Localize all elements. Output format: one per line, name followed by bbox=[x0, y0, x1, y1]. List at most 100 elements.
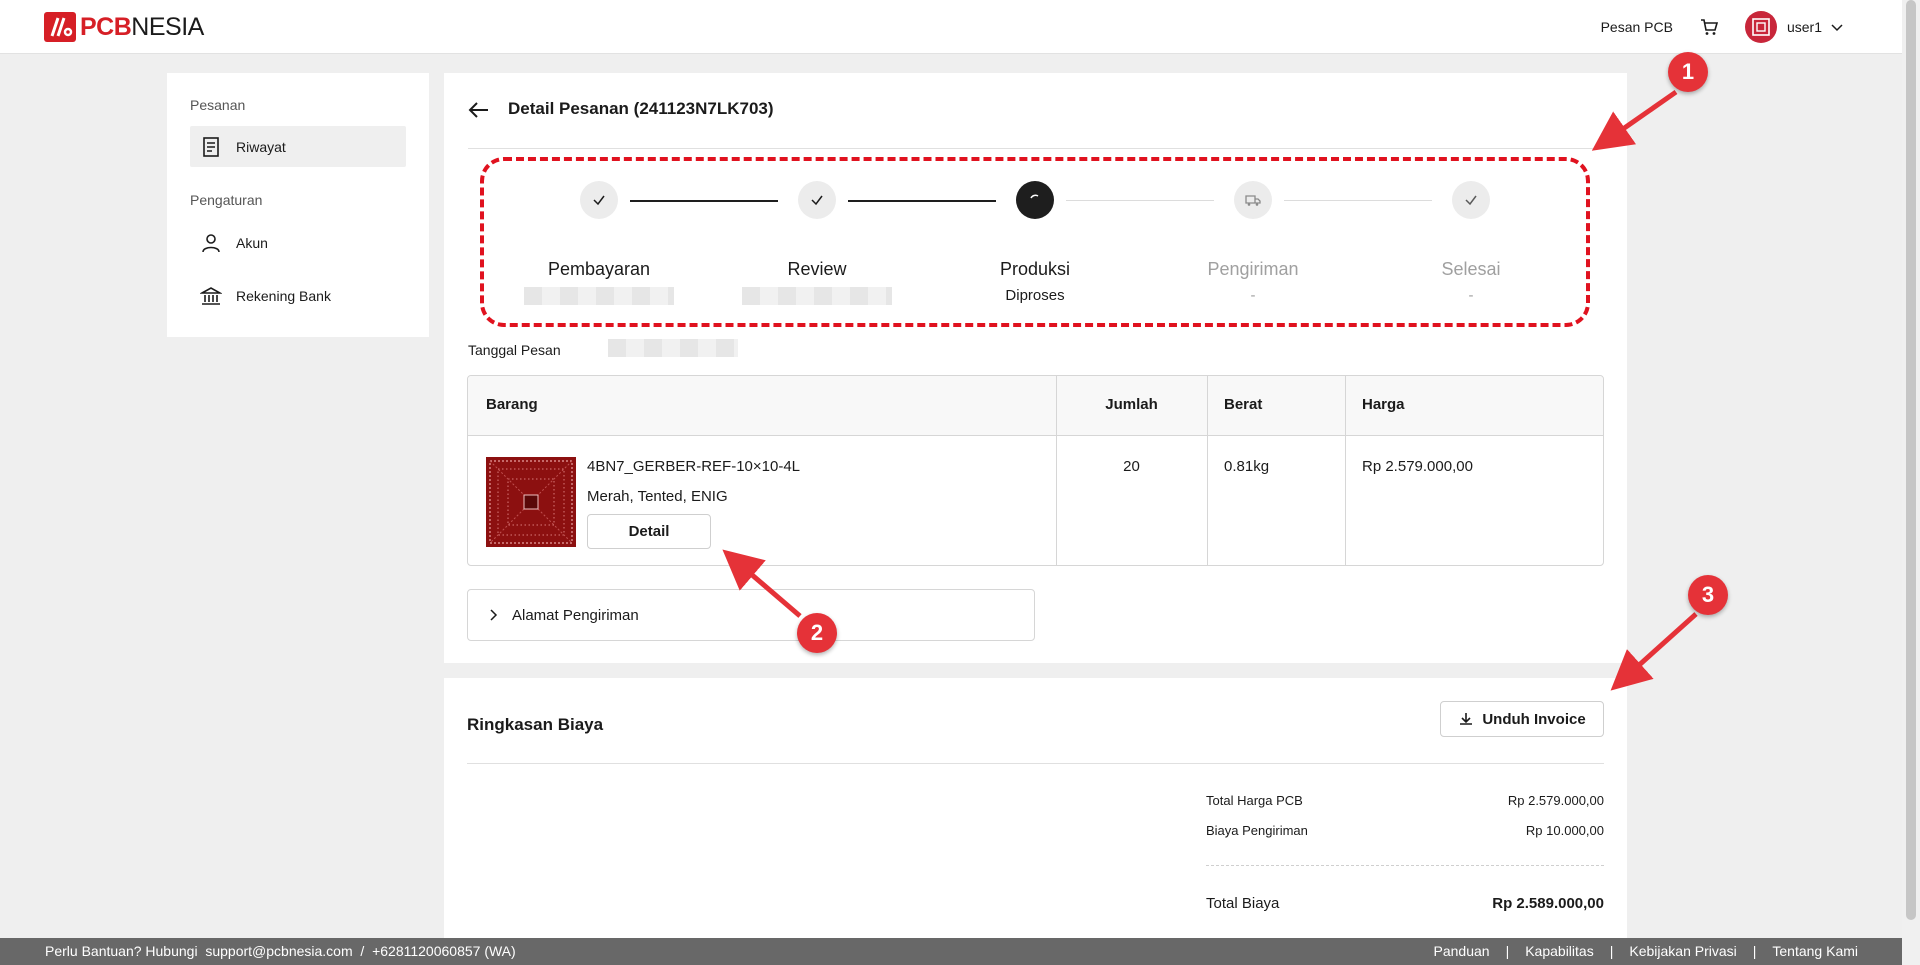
sidebar-item-label: Riwayat bbox=[236, 138, 286, 155]
page-scrollbar[interactable] bbox=[1902, 0, 1920, 965]
column-header-weight: Berat bbox=[1224, 396, 1263, 413]
item-detail-button[interactable]: Detail bbox=[587, 514, 711, 549]
summary-total: Total Biaya Rp 2.589.000,00 bbox=[1206, 895, 1604, 912]
shipping-address-label: Alamat Pengiriman bbox=[512, 606, 639, 624]
footer-separator: | bbox=[1609, 943, 1614, 959]
chevron-down-icon[interactable] bbox=[1830, 20, 1844, 34]
step-label-review: Review bbox=[787, 259, 847, 279]
user-name[interactable]: user1 bbox=[1787, 19, 1822, 35]
sidebar-item-history[interactable]: Riwayat bbox=[190, 126, 406, 167]
column-divider bbox=[1345, 376, 1346, 565]
logo-mark-icon bbox=[44, 12, 76, 42]
footer: Perlu Bantuan? Hubungi support@pcbnesia.… bbox=[0, 938, 1902, 965]
page-title: Detail Pesanan (241123N7LK703) bbox=[508, 99, 774, 118]
order-detail-card: Detail Pesanan (241123N7LK703) Pembayara… bbox=[444, 73, 1627, 663]
order-pcb-link[interactable]: Pesan PCB bbox=[1601, 19, 1673, 35]
check-icon bbox=[811, 195, 823, 206]
sidebar-item-bank[interactable]: Rekening Bank bbox=[190, 275, 406, 316]
step-production-circle bbox=[1016, 181, 1054, 219]
redacted-date bbox=[742, 287, 892, 305]
sidebar-item-label: Akun bbox=[236, 234, 268, 251]
footer-separator: | bbox=[1752, 943, 1757, 959]
download-invoice-button[interactable]: Unduh Invoice bbox=[1440, 701, 1604, 737]
item-price: Rp 2.579.000,00 bbox=[1362, 458, 1473, 475]
annotation-arrow-3 bbox=[1610, 612, 1698, 691]
cart-icon[interactable] bbox=[1699, 17, 1719, 37]
summary-line-value: Rp 2.579.000,00 bbox=[1507, 793, 1604, 808]
redacted-order-date bbox=[608, 339, 738, 357]
footer-link-about[interactable]: Tentang Kami bbox=[1772, 943, 1858, 959]
footer-link-capabilities[interactable]: Kapabilitas bbox=[1525, 943, 1594, 959]
divider bbox=[467, 763, 1604, 764]
step-sub-shipping: - bbox=[1250, 287, 1256, 304]
truck-icon bbox=[1245, 195, 1261, 206]
annotation-badge-3: 3 bbox=[1688, 575, 1728, 615]
order-items-table: Barang Jumlah Berat Harga 4BN7_GERBER-RE… bbox=[467, 375, 1604, 566]
annotation-badge-1: 1 bbox=[1668, 52, 1708, 92]
column-header-qty: Jumlah bbox=[1105, 396, 1158, 413]
divider bbox=[468, 148, 1604, 149]
item-qty: 20 bbox=[1123, 458, 1140, 475]
table-header bbox=[468, 376, 1603, 436]
summary-line-pcb: Total Harga PCB Rp 2.579.000,00 bbox=[1206, 793, 1604, 808]
step-sub-production: Diproses bbox=[1005, 287, 1065, 304]
step-label-shipping: Pengiriman bbox=[1207, 259, 1299, 279]
order-date-label: Tanggal Pesan bbox=[468, 342, 561, 358]
sidebar-item-label: Rekening Bank bbox=[236, 287, 331, 304]
footer-help-text: Perlu Bantuan? Hubungi support@pcbnesia.… bbox=[45, 943, 516, 959]
step-label-payment: Pembayaran bbox=[547, 259, 651, 279]
footer-link-guide[interactable]: Panduan bbox=[1434, 943, 1490, 959]
summary-title: Ringkasan Biaya bbox=[467, 715, 604, 734]
sidebar-group-orders: Pesanan bbox=[190, 97, 246, 113]
column-divider bbox=[1207, 376, 1208, 565]
dashed-divider bbox=[1206, 865, 1604, 866]
bank-icon bbox=[200, 286, 222, 305]
item-weight: 0.81kg bbox=[1224, 458, 1270, 475]
step-label-production: Produksi bbox=[999, 259, 1071, 279]
summary-line-label: Biaya Pengiriman bbox=[1206, 823, 1308, 838]
top-navbar: PCBNESIA Pesan PCB user1 bbox=[0, 0, 1920, 54]
step-shipping-circle bbox=[1234, 181, 1272, 219]
download-icon bbox=[1460, 713, 1473, 725]
item-spec: Merah, Tented, ENIG bbox=[587, 488, 728, 505]
pcb-thumbnail-icon bbox=[486, 457, 576, 547]
download-invoice-label: Unduh Invoice bbox=[1482, 710, 1586, 728]
summary-line-label: Total Harga PCB bbox=[1206, 793, 1303, 808]
nav-right: Pesan PCB user1 bbox=[1601, 11, 1844, 43]
step-payment-circle bbox=[580, 181, 618, 219]
chevron-right-icon bbox=[490, 609, 498, 621]
step-connector bbox=[848, 200, 996, 202]
sidebar-group-settings: Pengaturan bbox=[190, 192, 263, 208]
step-label-done: Selesai bbox=[1441, 259, 1501, 279]
step-connector bbox=[630, 200, 778, 202]
pcbnesia-logo[interactable]: PCBNESIA bbox=[44, 12, 204, 42]
logo-text-pcb: PCB bbox=[80, 13, 132, 41]
avatar[interactable] bbox=[1744, 11, 1777, 43]
scrollbar-thumb[interactable] bbox=[1906, 0, 1916, 920]
summary-total-value: Rp 2.589.000,00 bbox=[1492, 895, 1604, 912]
check-icon bbox=[593, 195, 605, 206]
summary-line-value: Rp 10.000,00 bbox=[1525, 823, 1604, 838]
receipt-icon bbox=[203, 136, 219, 157]
spinner-icon bbox=[1030, 194, 1039, 199]
user-icon bbox=[202, 233, 220, 252]
step-done-circle bbox=[1452, 181, 1490, 219]
sidebar-item-account[interactable]: Akun bbox=[190, 222, 406, 263]
column-header-price: Harga bbox=[1362, 396, 1405, 413]
step-sub-done: - bbox=[1468, 287, 1474, 304]
summary-line-shipping: Biaya Pengiriman Rp 10.000,00 bbox=[1206, 823, 1604, 838]
footer-links: Panduan | Kapabilitas | Kebijakan Privas… bbox=[1434, 943, 1858, 959]
column-header-item: Barang bbox=[486, 396, 538, 413]
step-review-circle bbox=[798, 181, 836, 219]
back-arrow-icon[interactable] bbox=[468, 99, 490, 121]
step-connector bbox=[1066, 200, 1214, 201]
order-progress-stepper: Pembayaran Review Produksi Pengiriman Se… bbox=[480, 157, 1590, 327]
avatar-pattern-icon bbox=[1752, 18, 1770, 36]
shipping-address-accordion[interactable]: Alamat Pengiriman bbox=[467, 589, 1035, 641]
logo-text-nesia: NESIA bbox=[131, 13, 204, 41]
footer-link-privacy[interactable]: Kebijakan Privasi bbox=[1629, 943, 1736, 959]
sidebar: Pesanan Riwayat Pengaturan Akun Rekening… bbox=[167, 73, 429, 337]
check-icon bbox=[1465, 195, 1477, 206]
annotation-badge-2: 2 bbox=[797, 613, 837, 653]
footer-separator: | bbox=[1505, 943, 1510, 959]
